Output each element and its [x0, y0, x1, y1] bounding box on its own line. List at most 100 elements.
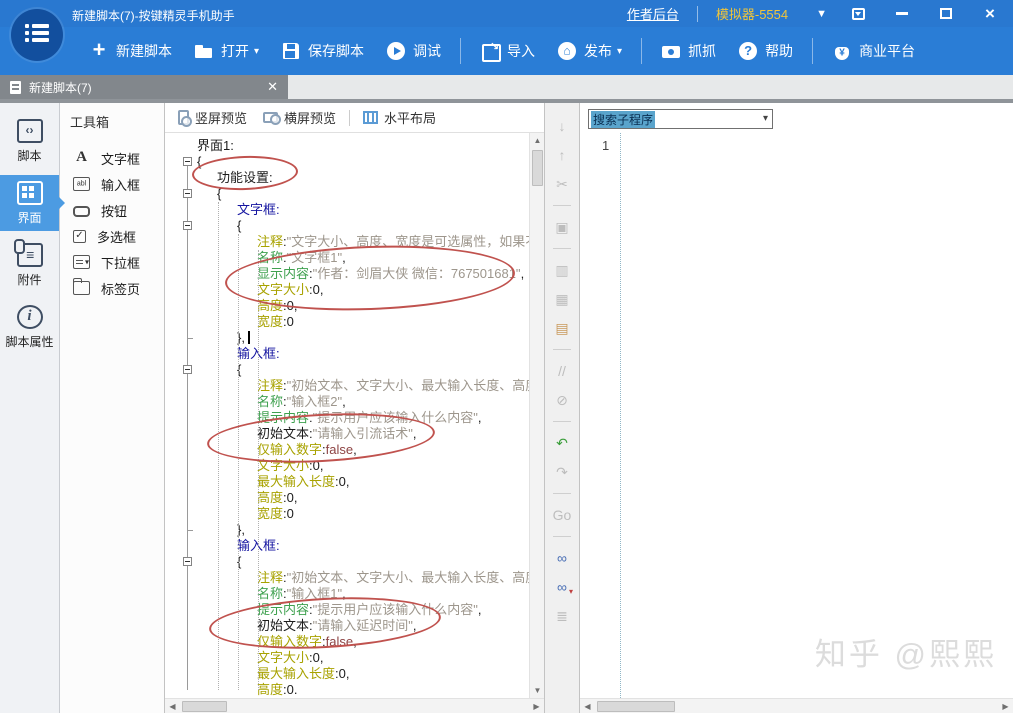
- toolbox-item-输入框[interactable]: 输入框: [60, 171, 164, 197]
- sidebar-item-label: 脚本属性: [5, 333, 53, 350]
- textbox-icon: [73, 151, 90, 165]
- toolbar-button-保存脚本[interactable]: 保存脚本: [270, 35, 375, 67]
- editor-button-label: 水平布局: [384, 108, 436, 127]
- vertical-scroll-thumb[interactable]: [532, 150, 543, 186]
- subroutine-search-text: 搜索子程序: [591, 111, 655, 128]
- toolbar-button-调试[interactable]: 调试: [375, 35, 452, 67]
- boss-key-button[interactable]: [845, 4, 871, 24]
- code-line: 界面1:: [165, 138, 529, 154]
- goto-icon[interactable]: Go: [550, 504, 574, 526]
- editor-button-水平布局[interactable]: 水平布局: [356, 104, 443, 131]
- code-line: 最大输入长度:0,: [165, 666, 529, 682]
- toolbar-button-抓抓[interactable]: 抓抓: [650, 35, 727, 67]
- landscape-preview-icon: [263, 112, 278, 123]
- sidebar-item-label: 脚本: [17, 147, 41, 164]
- sidebar-item-附件[interactable]: 附件: [0, 237, 59, 293]
- scroll-up-icon[interactable]: ▲: [530, 133, 544, 148]
- tab-new-script[interactable]: 新建脚本(7) ✕: [0, 75, 288, 99]
- cut-icon[interactable]: ✂: [550, 173, 574, 195]
- code-line: 提示内容:"提示用户应该输入什么内容",: [165, 410, 529, 426]
- toolbox-item-下拉框[interactable]: 下拉框: [60, 249, 164, 275]
- fold-tree-line: [187, 162, 188, 690]
- tab-close-icon[interactable]: ✕: [267, 79, 278, 95]
- scroll-down-icon[interactable]: ▼: [530, 683, 544, 698]
- source-code-editor[interactable]: 1 知乎 @熙熙: [580, 133, 1013, 698]
- move-down-icon[interactable]: ↓: [550, 115, 574, 137]
- scroll-left-icon[interactable]: ◀: [580, 699, 595, 713]
- code-vertical-scrollbar[interactable]: ▲ ▼: [529, 133, 544, 698]
- toolbox-item-多选框[interactable]: 多选框: [60, 223, 164, 249]
- paste-icon[interactable]: ▤: [550, 317, 574, 339]
- find-icon[interactable]: ∞: [550, 547, 574, 569]
- minimize-icon: [896, 12, 908, 15]
- toolbox-panel: 工具箱 文字框输入框按钮多选框下拉框标签页: [60, 103, 165, 713]
- toolbox-item-标签页[interactable]: 标签页: [60, 275, 164, 301]
- title-bar: 新建脚本(7)-按键精灵手机助手 作者后台 模拟器-5554 ▼ ×: [0, 0, 1013, 27]
- import-icon: [480, 41, 500, 61]
- fold-toggle-icon[interactable]: [183, 221, 192, 230]
- comment-icon[interactable]: //: [550, 360, 574, 382]
- toolbox-item-按钮[interactable]: 按钮: [60, 197, 164, 223]
- help-icon: [738, 41, 758, 61]
- code-line: {: [165, 362, 529, 378]
- inputbox-icon: [73, 177, 90, 191]
- midbar-divider: [553, 248, 571, 249]
- toolbar-button-打开[interactable]: 打开▾: [183, 35, 270, 67]
- window-title: 新建脚本(7)-按键精灵手机助手: [72, 7, 235, 24]
- indent-guide: [238, 234, 239, 690]
- chevron-down-icon: ▾: [617, 46, 622, 57]
- chevron-down-icon[interactable]: ▾: [763, 113, 768, 124]
- source-horizontal-scrollbar[interactable]: ◀ ▶: [580, 698, 1013, 713]
- fold-toggle-icon[interactable]: [183, 365, 192, 374]
- midbar-divider: [553, 493, 571, 494]
- emulator-selector[interactable]: 模拟器-5554: [716, 4, 788, 23]
- toolbar-button-帮助[interactable]: 帮助: [727, 35, 804, 67]
- close-button[interactable]: ×: [977, 4, 1003, 24]
- scroll-right-icon[interactable]: ▶: [529, 699, 544, 713]
- sidebar-item-脚本属性[interactable]: 脚本属性: [0, 299, 59, 355]
- app-logo-icon[interactable]: [11, 9, 63, 61]
- toolbox-item-label: 按钮: [101, 201, 127, 220]
- code-horizontal-scrollbar[interactable]: ◀ ▶: [165, 698, 544, 713]
- toolbar-button-导入[interactable]: 导入: [469, 35, 546, 67]
- copy-icon[interactable]: ▣: [550, 216, 574, 238]
- move-up-icon[interactable]: ↑: [550, 144, 574, 166]
- scroll-right-icon[interactable]: ▶: [998, 699, 1013, 713]
- emulator-dropdown-icon[interactable]: ▼: [816, 8, 827, 20]
- sidebar-item-界面[interactable]: 界面: [0, 175, 59, 231]
- editor-toolbar: 竖屏预览横屏预览 水平布局: [165, 103, 544, 133]
- maximize-button[interactable]: [933, 4, 959, 24]
- toolbar-button-发布[interactable]: 发布▾: [546, 35, 633, 67]
- sidebar-item-脚本[interactable]: 脚本: [0, 113, 59, 169]
- fold-toggle-icon[interactable]: [183, 157, 192, 166]
- uncomment-icon[interactable]: ⊘: [550, 389, 574, 411]
- toolbar-button-新建脚本[interactable]: 新建脚本: [78, 35, 183, 67]
- author-backend-link[interactable]: 作者后台: [627, 4, 679, 23]
- fold-toggle-icon[interactable]: [183, 557, 192, 566]
- portrait-preview-icon: [178, 110, 189, 125]
- watermark: 知乎 @熙熙: [815, 629, 997, 674]
- replace-icon[interactable]: ∞▾: [550, 576, 574, 598]
- toolbar-separator: [812, 38, 813, 64]
- edit-actions-toolbar: ↓ ↑ ✂ ▣ ▥ ▦ ▤ // ⊘ ↶ ↷ Go ∞ ∞▾ ≣: [545, 103, 580, 713]
- undo-icon[interactable]: ↶: [550, 432, 574, 454]
- minimize-button[interactable]: [889, 4, 915, 24]
- subroutine-search-combobox[interactable]: 搜索子程序 ▾: [588, 109, 773, 129]
- horizontal-scroll-thumb[interactable]: [182, 701, 227, 712]
- fold-toggle-icon[interactable]: [183, 189, 192, 198]
- code-area[interactable]: 界面1:{功能设置:{文字框:{注释:"文字大小、高度、宽度是可选属性，如果不填…: [165, 133, 544, 698]
- source-panel-header: 搜索子程序 ▾: [580, 103, 1013, 133]
- code-line: 输入框:: [165, 346, 529, 362]
- editor-button-横屏预览[interactable]: 横屏预览: [256, 104, 343, 131]
- toolbox-item-文字框[interactable]: 文字框: [60, 145, 164, 171]
- redo-icon[interactable]: ↷: [550, 461, 574, 483]
- toolbar-button-商业平台[interactable]: 商业平台: [821, 35, 926, 67]
- bookmark-icon[interactable]: ≣: [550, 605, 574, 627]
- horizontal-scroll-thumb[interactable]: [597, 701, 675, 712]
- copy-format-icon[interactable]: ▥: [550, 259, 574, 281]
- editor-button-label: 竖屏预览: [195, 108, 247, 127]
- snippet-icon[interactable]: ▦: [550, 288, 574, 310]
- editor-button-竖屏预览[interactable]: 竖屏预览: [171, 104, 254, 131]
- code-line: 文字大小:0,: [165, 282, 529, 298]
- scroll-left-icon[interactable]: ◀: [165, 699, 180, 713]
